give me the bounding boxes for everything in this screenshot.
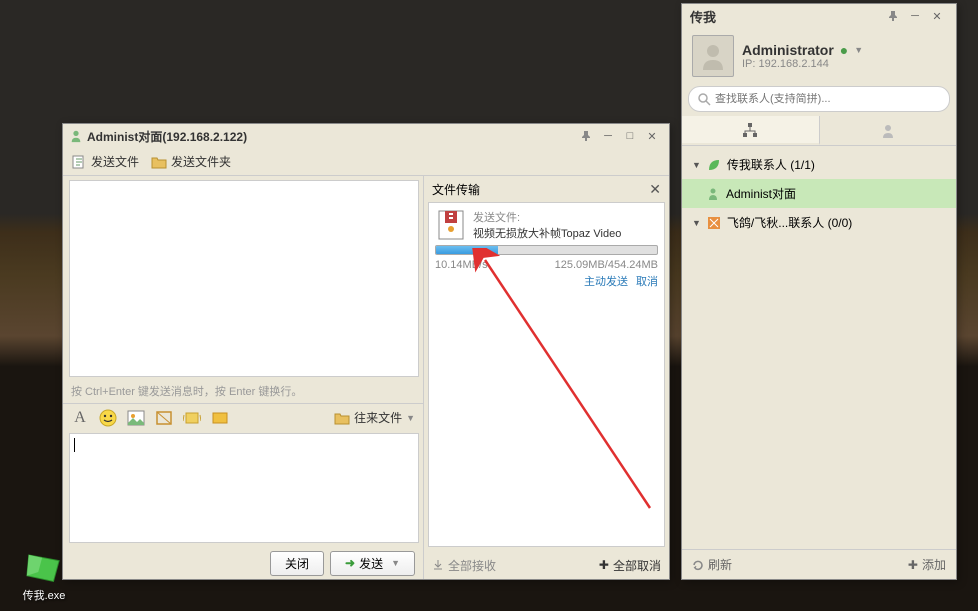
chat-titlebar[interactable]: Administ对面(192.168.2.122) ─ □ ✕ [63,124,669,148]
file-archive-icon [435,209,467,241]
format-toolbar: A 往来文件 ▼ [63,403,423,431]
leaf-icon [707,158,721,172]
refresh-button[interactable]: 刷新 [692,556,732,573]
active-send-link[interactable]: 主动发送 [584,273,628,289]
transfer-panel: 发送文件: 视频无损放大补帧Topaz Video 10.14MB/s 125.… [428,202,665,547]
chat-title: Administ对面(192.168.2.122) [87,128,575,145]
profile-section: Administrator ● ▼ IP: 192.168.2.144 [682,28,956,84]
contacts-tabs [682,116,956,146]
chevron-down-icon: ▼ [692,160,701,170]
close-button[interactable]: ✕ [926,7,948,25]
tab-friends[interactable] [820,116,957,145]
message-input[interactable] [69,433,419,543]
emoji-icon[interactable] [99,409,117,427]
pin-button[interactable] [882,7,904,25]
transfer-send-label: 发送文件: [473,212,520,224]
search-icon [697,92,711,106]
profile-name: Administrator ● ▼ [742,42,946,58]
image-icon[interactable] [127,409,145,427]
desktop-icon-label: 传我.exe [14,587,74,603]
contact-group[interactable]: ▼ 飞鸽/飞秋...联系人 (0/0) [682,208,956,237]
past-files-button[interactable]: 往来文件 ▼ [334,409,415,426]
person-icon [879,122,897,140]
input-hint: 按 Ctrl+Enter 键发送消息时，按 Enter 键换行。 [63,379,423,403]
screenshot-icon[interactable] [155,409,173,427]
status-indicator: ● [840,42,848,58]
avatar[interactable] [692,35,734,77]
cancel-all-button[interactable]: ✚ 全部取消 [599,557,661,574]
user-icon [69,129,83,143]
network-icon [741,121,759,139]
transfer-filename: 视频无损放大补帧Topaz Video [473,225,658,241]
transfer-tab-title: 文件传输 [432,181,649,198]
profile-ip: IP: 192.168.2.144 [742,58,946,70]
chat-window: Administ对面(192.168.2.122) ─ □ ✕ 发送文件 发送文… [62,123,670,580]
contacts-window: 传我 ─ ✕ Administrator ● ▼ IP: 192.168.2.1… [681,3,957,580]
transfer-progress-bar [435,245,658,255]
send-file-button[interactable]: 发送文件 [71,153,139,170]
message-display [69,180,419,377]
minimize-button[interactable]: ─ [904,7,926,25]
app-icon [707,216,721,230]
close-button[interactable]: ✕ [641,127,663,145]
tab-contacts[interactable] [682,116,820,145]
contacts-list: ▼ 传我联系人 (1/1) Administ对面 ▼ 飞鸽/飞秋...联系人 (… [682,146,956,551]
transfer-size: 125.09MB/454.24MB [555,259,658,271]
cancel-link[interactable]: 取消 [636,273,658,289]
search-box[interactable] [688,86,950,112]
chat-toolbar: 发送文件 发送文件夹 [63,148,669,176]
chevron-down-icon: ▼ [692,218,701,228]
add-button[interactable]: ✚ 添加 [908,556,946,573]
contact-group[interactable]: ▼ 传我联系人 (1/1) [682,150,956,179]
shake-icon[interactable] [183,409,201,427]
transfer-close-icon[interactable]: ✕ [649,181,661,198]
accept-all-button[interactable]: 全部接收 [432,557,496,574]
contacts-titlebar[interactable]: 传我 ─ ✕ [682,4,956,28]
contacts-footer: 刷新 ✚ 添加 [682,549,956,579]
search-input[interactable] [715,93,941,105]
more-icon[interactable] [211,409,229,427]
send-button[interactable]: ➜发送▼ [330,551,415,576]
app-title: 传我 [690,7,882,26]
send-folder-button[interactable]: 发送文件夹 [151,153,231,170]
maximize-button[interactable]: □ [619,127,641,145]
close-chat-button[interactable]: 关闭 [270,551,324,576]
transfer-speed: 10.14MB/s [435,259,488,271]
contact-item[interactable]: Administ对面 [682,179,956,208]
pin-button[interactable] [575,127,597,145]
font-icon[interactable]: A [71,409,89,427]
user-icon [706,187,720,201]
minimize-button[interactable]: ─ [597,127,619,145]
